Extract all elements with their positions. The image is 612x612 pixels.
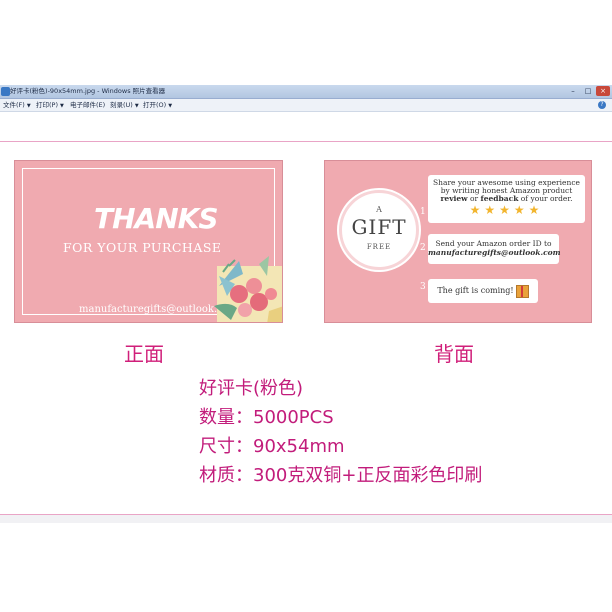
or-text: or <box>467 194 481 203</box>
step-2-number: 2 <box>420 243 426 253</box>
gift-word: GIFT <box>351 215 407 239</box>
step-3-box: The gift is coming! <box>428 279 538 303</box>
review-text: review <box>440 194 468 203</box>
step-2-email: manufacturegifts@outlook.com <box>428 248 561 257</box>
step-1-number: 1 <box>420 207 426 217</box>
spec-size: 尺寸：90x54mm <box>199 436 345 457</box>
flower-bouquet-icon <box>214 256 282 322</box>
step-2-box: Send your Amazon order ID to manufacture… <box>428 234 561 264</box>
step-3-number: 3 <box>420 282 426 292</box>
feedback-text: feedback <box>480 194 519 203</box>
step-1-box: Share your awesome using experience by w… <box>428 175 585 223</box>
spec-quantity: 数量：5000PCS <box>199 407 334 428</box>
menu-print-label: 打印(P) <box>36 101 58 109</box>
chevron-down-icon: ▼ <box>60 103 64 109</box>
menu-email-label: 电子邮件(E) <box>70 101 106 109</box>
star-rating-icon: ★★★★★ <box>469 203 544 217</box>
step-3-text: The gift is coming! <box>437 286 514 295</box>
purchase-subtitle: FOR YOUR PURCHASE <box>63 240 222 255</box>
menu-file-label: 文件(F) <box>3 101 25 109</box>
viewer-bottom-bar <box>0 515 612 523</box>
line3-end-text: of your order. <box>518 194 573 203</box>
menu-print[interactable]: 打印(P) ▼ <box>36 99 64 112</box>
back-label: 背面 <box>434 342 474 366</box>
gift-box-icon <box>515 284 529 298</box>
minimize-button[interactable]: – <box>566 86 580 96</box>
maximize-button[interactable]: □ <box>581 86 595 96</box>
front-label: 正面 <box>124 342 164 366</box>
menu-open[interactable]: 打开(O) ▼ <box>143 99 172 112</box>
chevron-down-icon: ▼ <box>26 103 31 109</box>
gift-a-text: A <box>376 205 382 214</box>
help-icon[interactable]: ? <box>598 101 606 109</box>
menu-email[interactable]: 电子邮件(E) <box>70 99 105 111</box>
front-card: THANKS FOR YOUR PURCHASE manufacturegift… <box>14 160 283 323</box>
window-title: 好评卡(粉色)-90x54mm.jpg - Windows 照片查看器 <box>10 87 166 95</box>
menu-burn-label: 刻录(U) <box>110 101 133 109</box>
step-1-line3: review or feedback of your order. <box>428 195 585 203</box>
step-2-line1: Send your Amazon order ID to <box>435 239 552 248</box>
window-titlebar[interactable]: 好评卡(粉色)-90x54mm.jpg - Windows 照片查看器 – □ … <box>0 85 612 99</box>
spec-product-name: 好评卡(粉色) <box>199 378 304 399</box>
menu-file[interactable]: 文件(F) ▼ <box>3 99 31 112</box>
back-card: A GIFT FREE 1 Share your awesome using e… <box>324 160 592 323</box>
chevron-down-icon: ▼ <box>134 103 139 109</box>
menu-burn[interactable]: 刻录(U) ▼ <box>110 99 139 112</box>
gift-badge: A GIFT FREE <box>339 190 419 270</box>
chevron-down-icon: ▼ <box>168 103 173 109</box>
menu-open-label: 打开(O) <box>143 101 167 109</box>
menu-bar: 文件(F) ▼ 打印(P) ▼ 电子邮件(E) 刻录(U) ▼ 打开(O) ▼ ? <box>0 99 612 112</box>
spec-material: 材质：300克双铜+正反面彩色印刷 <box>199 465 483 486</box>
close-button[interactable]: × <box>596 86 610 96</box>
thanks-heading: THANKS <box>94 202 219 235</box>
gift-free-text: FREE <box>366 243 392 251</box>
photo-viewer-icon <box>1 87 10 96</box>
